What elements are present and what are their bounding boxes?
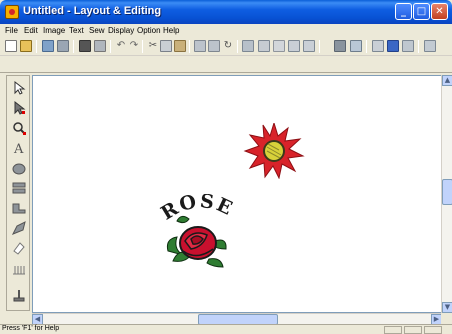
design-center-icon[interactable] <box>387 40 399 52</box>
toolbar-separator <box>110 40 111 53</box>
stamp-tool-icon[interactable] <box>9 286 28 305</box>
transfer-icon[interactable] <box>94 40 106 52</box>
open-icon[interactable] <box>20 40 32 52</box>
text-tool-icon[interactable]: A <box>9 138 28 157</box>
help-icon[interactable] <box>424 40 436 52</box>
tool-box: A <box>6 75 30 311</box>
status-bar: Press 'F1' for Help <box>0 324 452 334</box>
properties-icon[interactable] <box>402 40 414 52</box>
main-toolbar: ↶ ↷ ✂ ↻ <box>0 38 452 56</box>
window-title: Untitled - Layout & Editing <box>23 5 162 17</box>
cut-icon[interactable]: ✂ <box>147 40 159 52</box>
stitch-icon[interactable] <box>288 40 300 52</box>
menu-file[interactable]: File <box>5 26 18 35</box>
grid-icon[interactable] <box>350 40 362 52</box>
menu-image[interactable]: Image <box>43 26 65 35</box>
horizontal-scrollbar[interactable]: ◀ ▶ <box>32 313 442 325</box>
flip-icon[interactable] <box>208 40 220 52</box>
select-arrow-icon[interactable] <box>9 78 28 97</box>
fill-icon[interactable] <box>258 40 270 52</box>
menu-option[interactable]: Option <box>137 26 161 35</box>
toolbar-separator <box>237 40 238 53</box>
scroll-corner <box>441 313 452 324</box>
menu-sew[interactable]: Sew <box>89 26 105 35</box>
close-button[interactable]: ✕ <box>431 3 448 20</box>
menu-text[interactable]: Text <box>69 26 84 35</box>
preview-icon[interactable] <box>334 40 346 52</box>
menu-edit[interactable]: Edit <box>24 26 38 35</box>
brush-tool-icon[interactable] <box>9 218 28 237</box>
minimize-button[interactable]: _ <box>395 3 412 20</box>
scroll-down-button[interactable]: ▼ <box>442 302 452 313</box>
save-icon[interactable] <box>42 40 54 52</box>
toolbar-separator <box>366 40 367 53</box>
print-icon[interactable] <box>79 40 91 52</box>
status-panel <box>404 326 422 334</box>
vertical-scrollbar[interactable]: ▲ ▼ <box>441 75 452 313</box>
svg-text:A: A <box>13 142 24 156</box>
copy-icon[interactable] <box>160 40 172 52</box>
point-edit-icon[interactable] <box>9 98 28 117</box>
stitch-tool-icon[interactable] <box>9 260 28 279</box>
undo-icon[interactable]: ↶ <box>115 40 127 52</box>
redo-icon[interactable]: ↷ <box>128 40 140 52</box>
rotate-icon[interactable]: ↻ <box>222 40 234 52</box>
menu-bar: File Edit Image Text Sew Display Option … <box>0 24 452 38</box>
shape-tool-icon[interactable] <box>9 178 28 197</box>
status-help-text: Press 'F1' for Help <box>2 325 60 332</box>
maximize-button[interactable]: □ <box>413 3 430 20</box>
design-canvas[interactable]: ROSE <box>32 75 442 313</box>
mirror-icon[interactable] <box>194 40 206 52</box>
toolbar-separator <box>418 40 419 53</box>
toolbar-separator <box>142 40 143 53</box>
eraser-tool-icon[interactable] <box>9 238 28 257</box>
menu-help[interactable]: Help <box>163 26 179 35</box>
sun-design[interactable] <box>243 123 305 179</box>
toolbar-separator <box>319 40 320 53</box>
scroll-up-button[interactable]: ▲ <box>442 75 452 86</box>
app-window: Untitled - Layout & Editing _ □ ✕ File E… <box>0 0 452 334</box>
status-panel <box>384 326 402 334</box>
text-icon[interactable] <box>273 40 285 52</box>
sew-icon[interactable] <box>242 40 254 52</box>
settings-icon[interactable] <box>303 40 315 52</box>
app-icon[interactable] <box>5 5 19 19</box>
toolbar-separator <box>36 40 37 53</box>
toolbar-separator <box>189 40 190 53</box>
status-panel <box>424 326 442 334</box>
toolbar-separator <box>73 40 74 53</box>
import-icon[interactable] <box>57 40 69 52</box>
paste-icon[interactable] <box>174 40 186 52</box>
line-tool-icon[interactable] <box>9 198 28 217</box>
new-icon[interactable] <box>5 40 17 52</box>
title-bar[interactable]: Untitled - Layout & Editing _ □ ✕ <box>0 0 452 24</box>
property-toolbar <box>0 57 452 73</box>
vertical-scroll-thumb[interactable] <box>442 179 452 205</box>
menu-display[interactable]: Display <box>108 26 134 35</box>
zoom-tool-icon[interactable] <box>9 118 28 137</box>
rose-design[interactable] <box>163 211 229 269</box>
zoom-icon[interactable] <box>372 40 384 52</box>
circle-tool-icon[interactable] <box>9 158 28 177</box>
